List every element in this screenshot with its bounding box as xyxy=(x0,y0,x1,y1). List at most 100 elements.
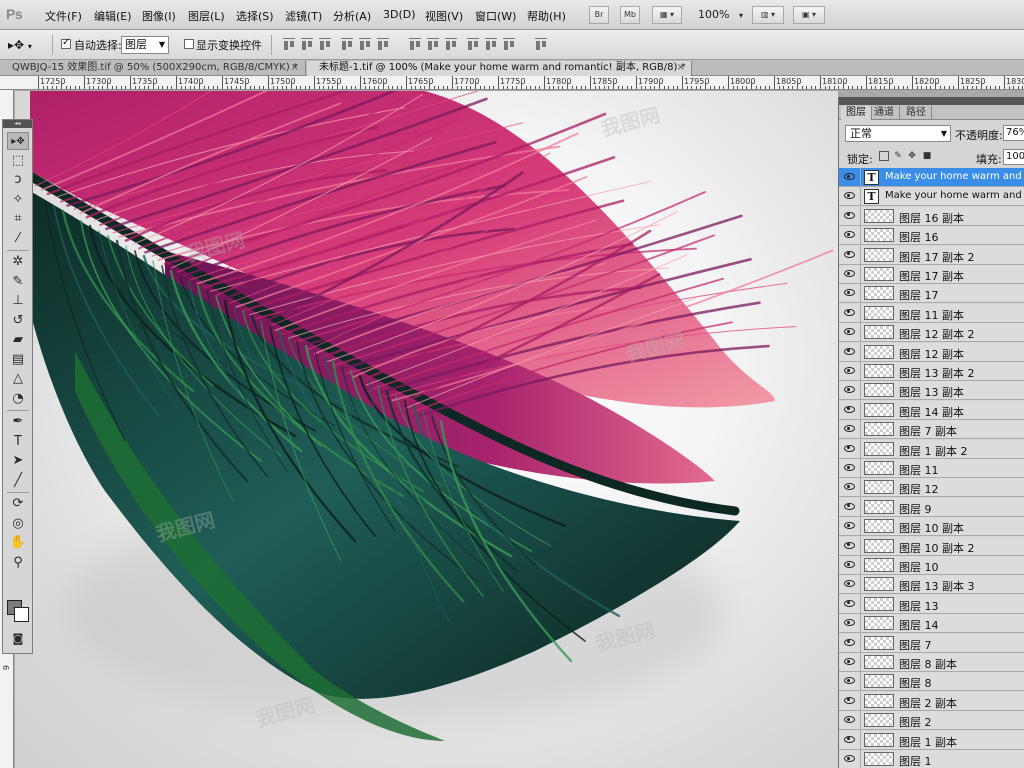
layer-visibility-toggle[interactable] xyxy=(839,265,861,284)
layer-row[interactable]: 图层 1 副本 2 xyxy=(839,439,1024,459)
layer-visibility-toggle[interactable] xyxy=(839,750,861,768)
eyedropper-icon[interactable]: ⁄ xyxy=(7,230,29,248)
distribute-right-icon[interactable] xyxy=(501,37,517,52)
layer-row[interactable]: 图层 2 副本 xyxy=(839,691,1024,711)
panel-drag-bar[interactable] xyxy=(839,97,1024,105)
layer-row[interactable]: 图层 2 xyxy=(839,711,1024,731)
history-brush-icon[interactable]: ↺ xyxy=(7,312,29,330)
menu-item[interactable]: 分析(A) xyxy=(333,8,371,24)
align-bottom-icon[interactable] xyxy=(317,37,333,52)
layer-visibility-toggle[interactable] xyxy=(839,575,861,595)
layer-row[interactable]: 图层 17 副本 2 xyxy=(839,245,1024,265)
quick-select-icon[interactable]: ✧ xyxy=(7,191,29,209)
layer-row[interactable]: T Make your home warm and rom... xyxy=(839,187,1024,207)
lock-transparent-icon[interactable] xyxy=(879,151,889,161)
blend-mode-select[interactable]: 正常 ▼ xyxy=(845,125,951,142)
layer-row[interactable]: 图层 8 xyxy=(839,672,1024,692)
layer-visibility-toggle[interactable] xyxy=(839,594,861,614)
layer-row[interactable]: 图层 16 xyxy=(839,226,1024,246)
distribute-top-icon[interactable] xyxy=(407,37,423,52)
menu-item[interactable]: 窗口(W) xyxy=(475,8,516,24)
layer-row[interactable]: 图层 13 xyxy=(839,594,1024,614)
layer-visibility-toggle[interactable] xyxy=(839,362,861,381)
layer-row[interactable]: 图层 12 副本 xyxy=(839,342,1024,362)
close-icon[interactable]: × xyxy=(677,61,685,75)
layer-visibility-toggle[interactable] xyxy=(839,245,861,265)
layer-row[interactable]: 图层 12 xyxy=(839,478,1024,498)
layer-row[interactable]: 图层 10 副本 xyxy=(839,517,1024,537)
layer-row[interactable]: 图层 7 xyxy=(839,633,1024,653)
layer-visibility-toggle[interactable] xyxy=(839,633,861,653)
distribute-left-icon[interactable] xyxy=(465,37,481,52)
layer-row[interactable]: 图层 16 副本 xyxy=(839,206,1024,226)
hand-icon[interactable]: ✋ xyxy=(7,534,29,552)
tools-panel-header[interactable]: ◂◂ xyxy=(3,120,32,128)
layer-visibility-toggle[interactable] xyxy=(839,672,861,692)
blur-icon[interactable]: △ xyxy=(7,370,29,388)
layer-row[interactable]: 图层 10 副本 2 xyxy=(839,536,1024,556)
document-canvas[interactable]: 我图网 我图网 我图网 我图网 我图网 我图网 xyxy=(15,91,838,768)
layer-visibility-toggle[interactable] xyxy=(839,536,861,556)
layer-visibility-toggle[interactable] xyxy=(839,168,861,187)
screen-mode-button[interactable]: ▣ ▾ xyxy=(793,6,825,24)
fill-input[interactable]: 100% xyxy=(1003,149,1024,165)
menu-item[interactable]: 选择(S) xyxy=(236,8,274,24)
distribute-bottom-icon[interactable] xyxy=(443,37,459,52)
layer-row[interactable]: 图层 17 xyxy=(839,284,1024,304)
layer-row[interactable]: T Make your home warm and rom... xyxy=(839,168,1024,187)
layer-row[interactable]: 图层 14 xyxy=(839,614,1024,634)
layer-visibility-toggle[interactable] xyxy=(839,439,861,459)
path-select-icon[interactable]: ➤ xyxy=(7,452,29,470)
layer-row[interactable]: 图层 11 xyxy=(839,459,1024,478)
layer-row[interactable]: 图层 13 副本 xyxy=(839,381,1024,401)
mini-bridge-button[interactable]: Mb xyxy=(620,6,640,24)
marquee-icon[interactable]: ⬚ xyxy=(7,152,29,170)
layer-row[interactable]: 图层 14 副本 xyxy=(839,400,1024,420)
menu-item[interactable]: 文件(F) xyxy=(45,8,82,24)
layer-row[interactable]: 图层 1 xyxy=(839,750,1024,768)
layer-row[interactable]: 图层 13 副本 2 xyxy=(839,362,1024,381)
layer-row[interactable]: 图层 17 副本 xyxy=(839,265,1024,284)
zoom-icon[interactable]: ⚲ xyxy=(7,554,29,572)
layer-row[interactable]: 图层 13 副本 3 xyxy=(839,575,1024,595)
3d-rotate-icon[interactable]: ⟳ xyxy=(7,495,29,513)
menu-item[interactable]: 3D(D) xyxy=(383,8,416,21)
menu-item[interactable]: 图层(L) xyxy=(188,8,225,24)
align-top-icon[interactable] xyxy=(281,37,297,52)
crop-icon[interactable]: ⌗ xyxy=(7,210,29,228)
layer-visibility-toggle[interactable] xyxy=(839,459,861,478)
pen-icon[interactable]: ✒ xyxy=(7,413,29,431)
layer-visibility-toggle[interactable] xyxy=(839,226,861,246)
horizontal-ruler[interactable]: 17250 17300 17350 17400 17450 17500 17550 17600… xyxy=(0,76,1024,90)
quick-mask-icon[interactable]: ◙ xyxy=(7,630,29,648)
view-extras-button[interactable]: ▦ ▾ xyxy=(652,6,682,24)
tab-channels[interactable]: 通道 xyxy=(869,106,900,120)
distribute-vcenter-icon[interactable] xyxy=(425,37,441,52)
layer-visibility-toggle[interactable] xyxy=(839,478,861,498)
auto-align-icon[interactable] xyxy=(533,37,549,52)
arrange-documents-button[interactable]: ▥ ▾ xyxy=(752,6,784,24)
layer-visibility-toggle[interactable] xyxy=(839,342,861,362)
align-right-icon[interactable] xyxy=(375,37,391,52)
menu-item[interactable]: 视图(V) xyxy=(425,8,463,24)
lock-position-icon[interactable]: ✥ xyxy=(907,151,917,161)
layer-row[interactable]: 图层 7 副本 xyxy=(839,420,1024,440)
menu-item[interactable]: 帮助(H) xyxy=(527,8,566,24)
align-hcenter-icon[interactable] xyxy=(357,37,373,52)
show-transform-checkbox[interactable] xyxy=(184,39,194,49)
menu-item[interactable]: 编辑(E) xyxy=(94,8,132,24)
opacity-input[interactable]: 76% xyxy=(1003,125,1024,141)
layer-row[interactable]: 图层 8 副本 xyxy=(839,653,1024,672)
healing-brush-icon[interactable]: ✲ xyxy=(7,253,29,271)
layer-visibility-toggle[interactable] xyxy=(839,284,861,304)
layer-visibility-toggle[interactable] xyxy=(839,517,861,537)
dodge-icon[interactable]: ◔ xyxy=(7,390,29,408)
close-icon[interactable]: × xyxy=(291,61,299,75)
brush-icon[interactable]: ✎ xyxy=(7,273,29,291)
tool-preset-picker[interactable]: ▸✥ ▾ xyxy=(8,38,32,52)
layer-visibility-toggle[interactable] xyxy=(839,614,861,634)
auto-select-checkbox[interactable] xyxy=(61,37,71,49)
layer-visibility-toggle[interactable] xyxy=(839,653,861,672)
move-icon[interactable]: ▸✥ xyxy=(7,132,29,150)
layer-row[interactable]: 图层 1 副本 xyxy=(839,730,1024,750)
